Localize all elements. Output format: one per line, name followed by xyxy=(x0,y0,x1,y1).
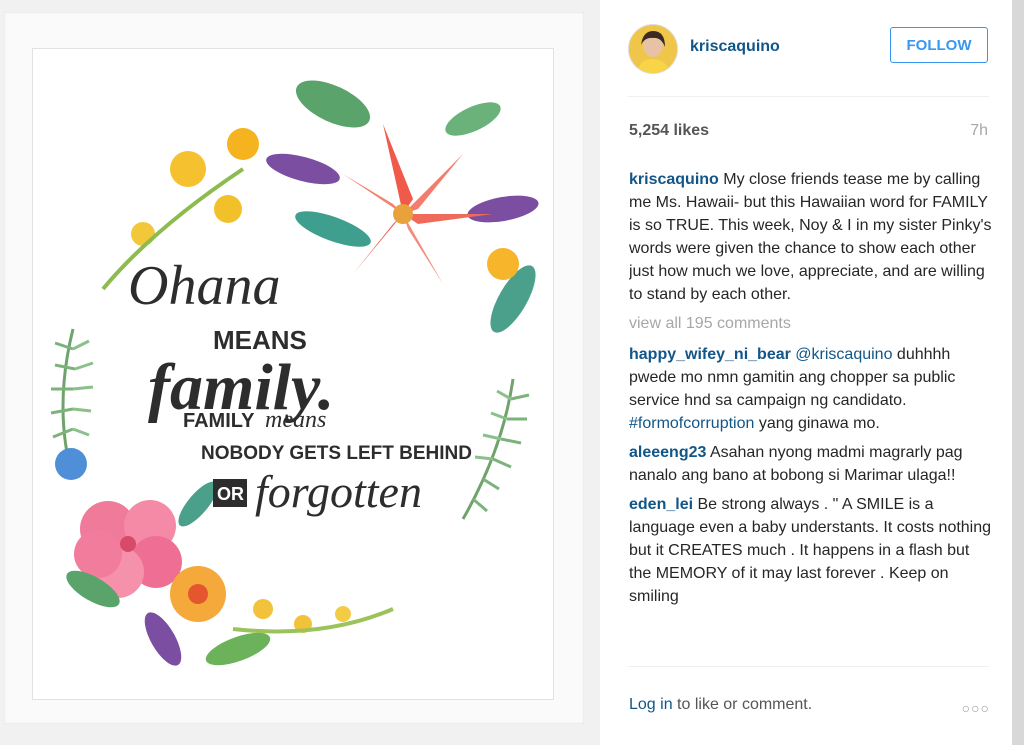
caption-username[interactable]: kriscaquino xyxy=(629,171,719,188)
ohana-artwork: Ohana MEANS family. FAMILY means NOBODY … xyxy=(50,80,539,666)
post-time[interactable]: 7h xyxy=(970,122,988,140)
comment-username[interactable]: aleeeng23 xyxy=(629,444,706,461)
footer-divider xyxy=(628,666,989,667)
follow-button[interactable]: FOLLOW xyxy=(890,27,988,63)
post-header: kriscaquino FOLLOW xyxy=(628,22,989,74)
login-link[interactable]: Log in xyxy=(629,696,673,713)
list-item: aleeeng23 Asahan nyong madmi magrarly pa… xyxy=(629,441,993,487)
post-image[interactable]: Ohana MEANS family. FAMILY means NOBODY … xyxy=(0,0,600,745)
art-text-means-script: means xyxy=(265,407,326,433)
more-options-icon[interactable]: ○○○ xyxy=(962,700,990,716)
comment-username[interactable]: eden_lei xyxy=(629,496,693,513)
header-divider xyxy=(628,96,989,97)
login-prompt-text: to like or comment. xyxy=(672,696,813,713)
avatar[interactable] xyxy=(628,24,678,74)
art-text-forgotten: forgotten xyxy=(255,466,422,517)
caption-text: My close friends tease me by calling me … xyxy=(629,171,992,303)
print-mat: Ohana MEANS family. FAMILY means NOBODY … xyxy=(32,48,554,700)
comments-section[interactable]: kriscaquino My close friends tease me by… xyxy=(629,168,993,664)
view-all-comments-link[interactable]: view all 195 comments xyxy=(629,312,993,335)
likes-count[interactable]: 5,254 likes xyxy=(629,122,709,140)
caption: kriscaquino My close friends tease me by… xyxy=(629,168,993,306)
instagram-post-view: Ohana MEANS family. FAMILY means NOBODY … xyxy=(0,0,1024,745)
comment-text: yang ginawa mo. xyxy=(754,415,880,432)
picture-frame: Ohana MEANS family. FAMILY means NOBODY … xyxy=(4,12,584,724)
post-footer: Log in to like or comment. xyxy=(629,696,812,714)
comment-hashtag[interactable]: #formofcorruption xyxy=(629,415,754,432)
comment-username[interactable]: happy_wifey_ni_bear xyxy=(629,346,791,363)
profile-picture xyxy=(629,25,677,73)
scrollbar-track[interactable] xyxy=(1012,0,1024,745)
art-text-family-small: FAMILY xyxy=(183,410,255,432)
list-item: eden_lei Be strong always . " A SMILE is… xyxy=(629,493,993,608)
comment-mention[interactable]: @kriscaquino xyxy=(795,346,892,363)
art-text-ohana: Ohana xyxy=(128,255,280,317)
username-link[interactable]: kriscaquino xyxy=(690,38,780,56)
art-text-nobody: NOBODY GETS LEFT BEHIND xyxy=(201,443,472,464)
list-item: happy_wifey_ni_bear @kriscaquino duhhhh … xyxy=(629,343,993,435)
post-details-panel: kriscaquino FOLLOW 5,254 likes 7h krisca… xyxy=(600,0,1012,745)
art-text-or: OR xyxy=(217,484,244,504)
